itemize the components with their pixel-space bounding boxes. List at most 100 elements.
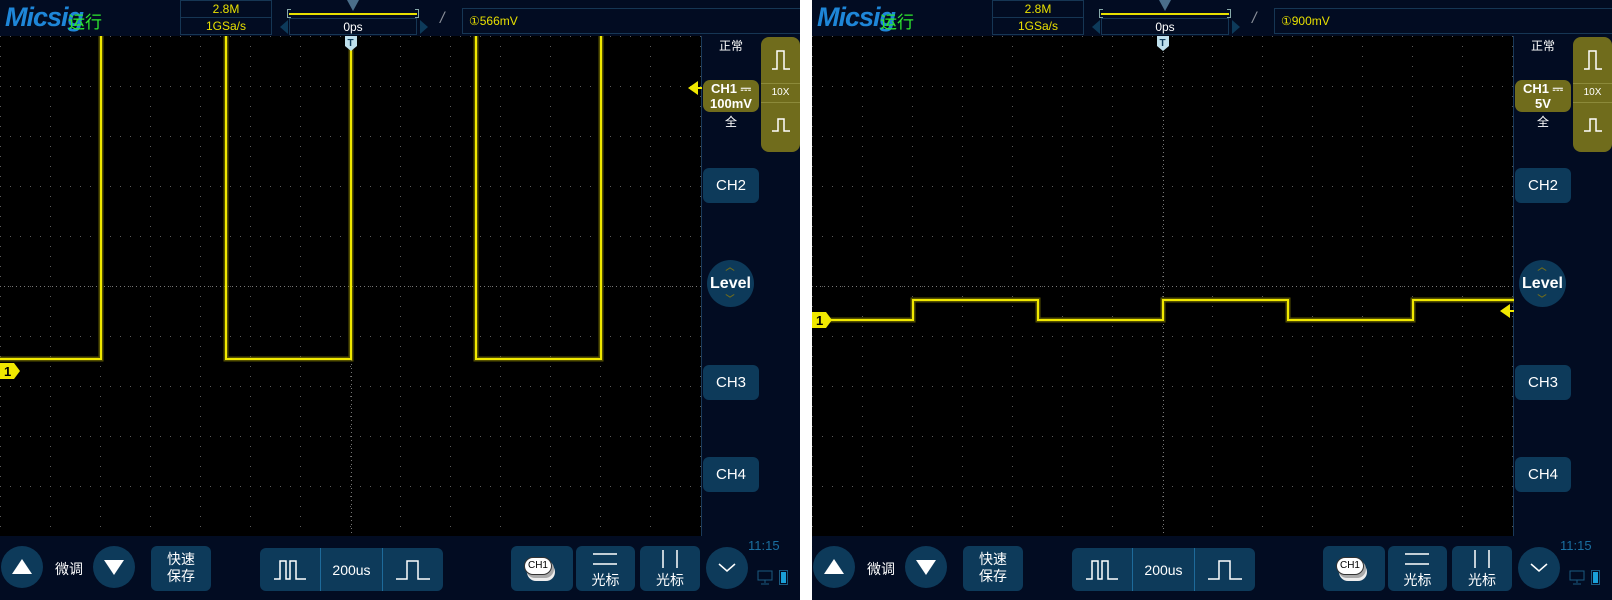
center-v-dot [1163,396,1164,397]
ch1-menu-button[interactable]: CH1 [511,546,573,591]
center-h-dot [1360,286,1361,287]
grid-dot [1312,346,1313,347]
scale-down-pulse-icon[interactable] [1584,117,1602,133]
trigger-mode[interactable]: 正常 [1515,37,1571,54]
center-v-dot [1163,328,1164,329]
grid-dot [700,96,701,97]
grid-dot [480,236,481,237]
fine-down-button[interactable] [905,546,947,588]
center-h-dot [628,286,629,287]
grid-dot [1162,506,1163,507]
grid-dot [812,36,813,37]
more-menu-button[interactable] [706,547,748,589]
fine-up-button[interactable] [1,546,43,588]
scale-down-pulse-icon[interactable] [772,117,790,133]
center-v-dot [1163,340,1164,341]
run-status[interactable]: 运行 [68,8,102,33]
timebase-increase-button[interactable] [1193,548,1255,591]
ch2-button[interactable]: CH2 [703,168,759,203]
grid-dot [1442,336,1443,337]
quick-save-button[interactable]: 快速 保存 [151,546,211,591]
grid-dot [560,136,561,137]
grid-dot [680,136,681,137]
rising-edge-icon[interactable]: / [440,10,444,28]
grid-dot [812,96,813,97]
grid-dot [1012,66,1013,67]
grid-dot [330,86,331,87]
trigger-level[interactable]: ①900mV [1274,8,1612,34]
timebase-increase-button[interactable] [381,548,443,591]
grid-dot [1032,236,1033,237]
vertical-cursor-button[interactable]: 光标 [1452,546,1512,591]
grid-dot [220,136,221,137]
grid-dot [100,366,101,367]
grid-dot [610,86,611,87]
scroll-left-icon[interactable] [280,20,288,34]
horizontal-position-bar[interactable]: 0ps [1099,0,1231,36]
grid-dot [260,336,261,337]
quick-save-button[interactable]: 快速 保存 [963,546,1023,591]
ch1-settings[interactable]: CH1 ⎓ 5V [1515,80,1571,112]
fine-up-button[interactable] [813,546,855,588]
vertical-cursor-button[interactable]: 光标 [640,546,700,591]
scale-up-pulse-icon[interactable] [772,49,790,71]
fine-down-button[interactable] [93,546,135,588]
waveform-graticule[interactable]: 1T [812,36,1514,536]
center-v-dot [1163,432,1164,433]
horizontal-cursor-button[interactable]: 光标 [1388,546,1447,591]
probe-scale-control[interactable]: 10X [1573,37,1612,152]
ch4-button[interactable]: CH4 [1515,457,1571,492]
trigger-mode[interactable]: 正常 [703,37,759,54]
center-h-dot [136,286,137,287]
scroll-right-icon[interactable] [1232,20,1240,34]
grid-dot [962,206,963,207]
probe-scale-control[interactable]: 10X [761,37,800,152]
grid-dot [280,36,281,37]
timebase-decrease-button[interactable] [260,548,320,591]
grid-dot [862,386,863,387]
waveform-graticule[interactable]: 1T [0,36,702,536]
trigger-level-knob[interactable]: ︿ Level ﹀ [707,260,754,307]
grid-dot [650,186,651,187]
rising-edge-icon[interactable]: / [1252,10,1256,28]
timebase-control[interactable]: 200us [1072,548,1255,591]
grid-dot [0,116,1,117]
center-h-dot [812,286,813,287]
grid-dot [250,46,251,47]
ch2-button[interactable]: CH2 [1515,168,1571,203]
scroll-left-icon[interactable] [1092,20,1100,34]
horizontal-position-bar[interactable]: 0ps [287,0,419,36]
run-status[interactable]: 运行 [880,8,914,33]
grid-dot [1112,296,1113,297]
center-h-dot [1008,286,1009,287]
grid-dot [1262,346,1263,347]
ch1-menu-button[interactable]: CH1 [1323,546,1385,591]
ch3-button[interactable]: CH3 [703,365,759,400]
timebase-decrease-button[interactable] [1072,548,1132,591]
center-h-dot [1296,286,1297,287]
scroll-right-icon[interactable] [420,20,428,34]
grid-dot [0,146,1,147]
ch3-button[interactable]: CH3 [1515,365,1571,400]
scale-up-pulse-icon[interactable] [1584,49,1602,71]
ch1-settings[interactable]: CH1 ⎓ 100mV [703,80,759,112]
grid-dot [270,236,271,237]
horizontal-cursor-button[interactable]: 光标 [576,546,635,591]
grid-dot [1412,326,1413,327]
grid-dot [700,76,701,77]
grid-dot [1202,436,1203,437]
more-menu-button[interactable] [1518,547,1560,589]
ch4-button[interactable]: CH4 [703,457,759,492]
grid-dot [1212,216,1213,217]
trigger-level-knob[interactable]: ︿ Level ﹀ [1519,260,1566,307]
grid-dot [962,136,963,137]
center-h-dot [408,286,409,287]
center-h-dot [1288,286,1289,287]
acquisition-info[interactable]: 2.8M 1GSa/s [180,0,272,35]
timebase-control[interactable]: 200us [260,548,443,591]
acquisition-info[interactable]: 2.8M 1GSa/s [992,0,1084,35]
grid-dot [700,306,701,307]
grid-dot [1512,36,1513,37]
trigger-level[interactable]: ①566mV [462,8,800,34]
grid-dot [440,486,441,487]
